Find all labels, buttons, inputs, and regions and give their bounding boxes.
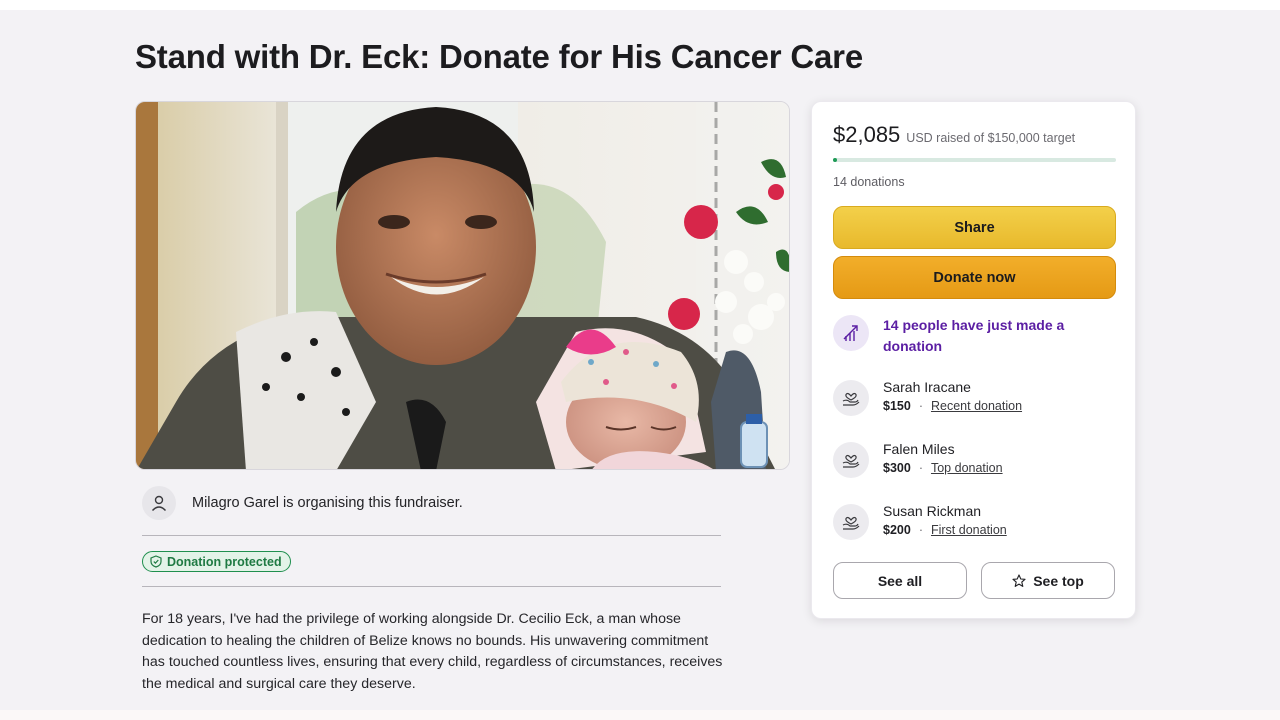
heart-hand-icon — [833, 504, 869, 540]
recent-donation-link[interactable]: Recent donation — [931, 399, 1022, 413]
top-bar — [0, 0, 1280, 10]
donor-name: Susan Rickman — [883, 503, 982, 519]
divider — [142, 586, 721, 587]
campaign-photo-image — [136, 102, 789, 469]
heart-hand-icon — [833, 442, 869, 478]
star-icon — [1012, 573, 1026, 587]
donor-item: Susan Rickman $200 · First donation — [833, 502, 1007, 540]
raised-target-text: USD raised of $150,000 target — [906, 131, 1076, 145]
donation-card: $2,085 USD raised of $150,000 target 14 … — [811, 101, 1136, 619]
raised-amount: $2,085 — [833, 122, 901, 147]
story-text: For 18 years, I've had the privilege of … — [142, 611, 723, 692]
see-all-button[interactable]: See all — [833, 562, 967, 599]
separator-dot: · — [918, 461, 923, 475]
donate-now-button[interactable]: Donate now — [833, 256, 1116, 299]
donations-count: 14 donations — [833, 175, 905, 189]
donor-amount: $150 — [883, 399, 911, 413]
badge-label: Donation protected — [167, 554, 282, 569]
separator-dot: · — [918, 399, 923, 413]
see-top-label: See top — [1033, 572, 1084, 589]
shield-icon — [150, 555, 162, 568]
divider — [142, 535, 721, 536]
heart-hand-icon — [833, 380, 869, 416]
progress-fill — [833, 158, 837, 162]
first-donation-link[interactable]: First donation — [931, 523, 1007, 537]
donor-amount: $200 — [883, 523, 911, 537]
separator-dot: · — [918, 523, 923, 537]
donor-name: Falen Miles — [883, 441, 955, 457]
progress-bar — [833, 158, 1116, 162]
page-title: Stand with Dr. Eck: Donate for His Cance… — [135, 38, 863, 75]
donor-name: Sarah Iracane — [883, 379, 971, 395]
donor-item: Falen Miles $300 · Top donation — [833, 440, 1003, 478]
see-top-button[interactable]: See top — [981, 562, 1115, 599]
top-donation-link[interactable]: Top donation — [931, 461, 1003, 475]
share-button[interactable]: Share — [833, 206, 1116, 249]
donor-item: Sarah Iracane $150 · Recent donation — [833, 378, 1022, 416]
person-icon — [142, 486, 176, 520]
recent-activity: 14 people have just made a donation — [833, 315, 1093, 357]
donor-amount: $300 — [883, 461, 911, 475]
activity-text: 14 people have just made a donation — [883, 317, 1065, 354]
trending-up-icon — [833, 315, 869, 351]
raised-summary: $2,085 USD raised of $150,000 target — [833, 122, 1075, 148]
bottom-bar — [0, 710, 1280, 720]
donation-protected-badge: Donation protected — [142, 551, 291, 572]
organiser-text: Milagro Garel is organising this fundrai… — [192, 495, 463, 511]
campaign-photo — [135, 101, 790, 470]
organiser-row: Milagro Garel is organising this fundrai… — [142, 486, 463, 520]
